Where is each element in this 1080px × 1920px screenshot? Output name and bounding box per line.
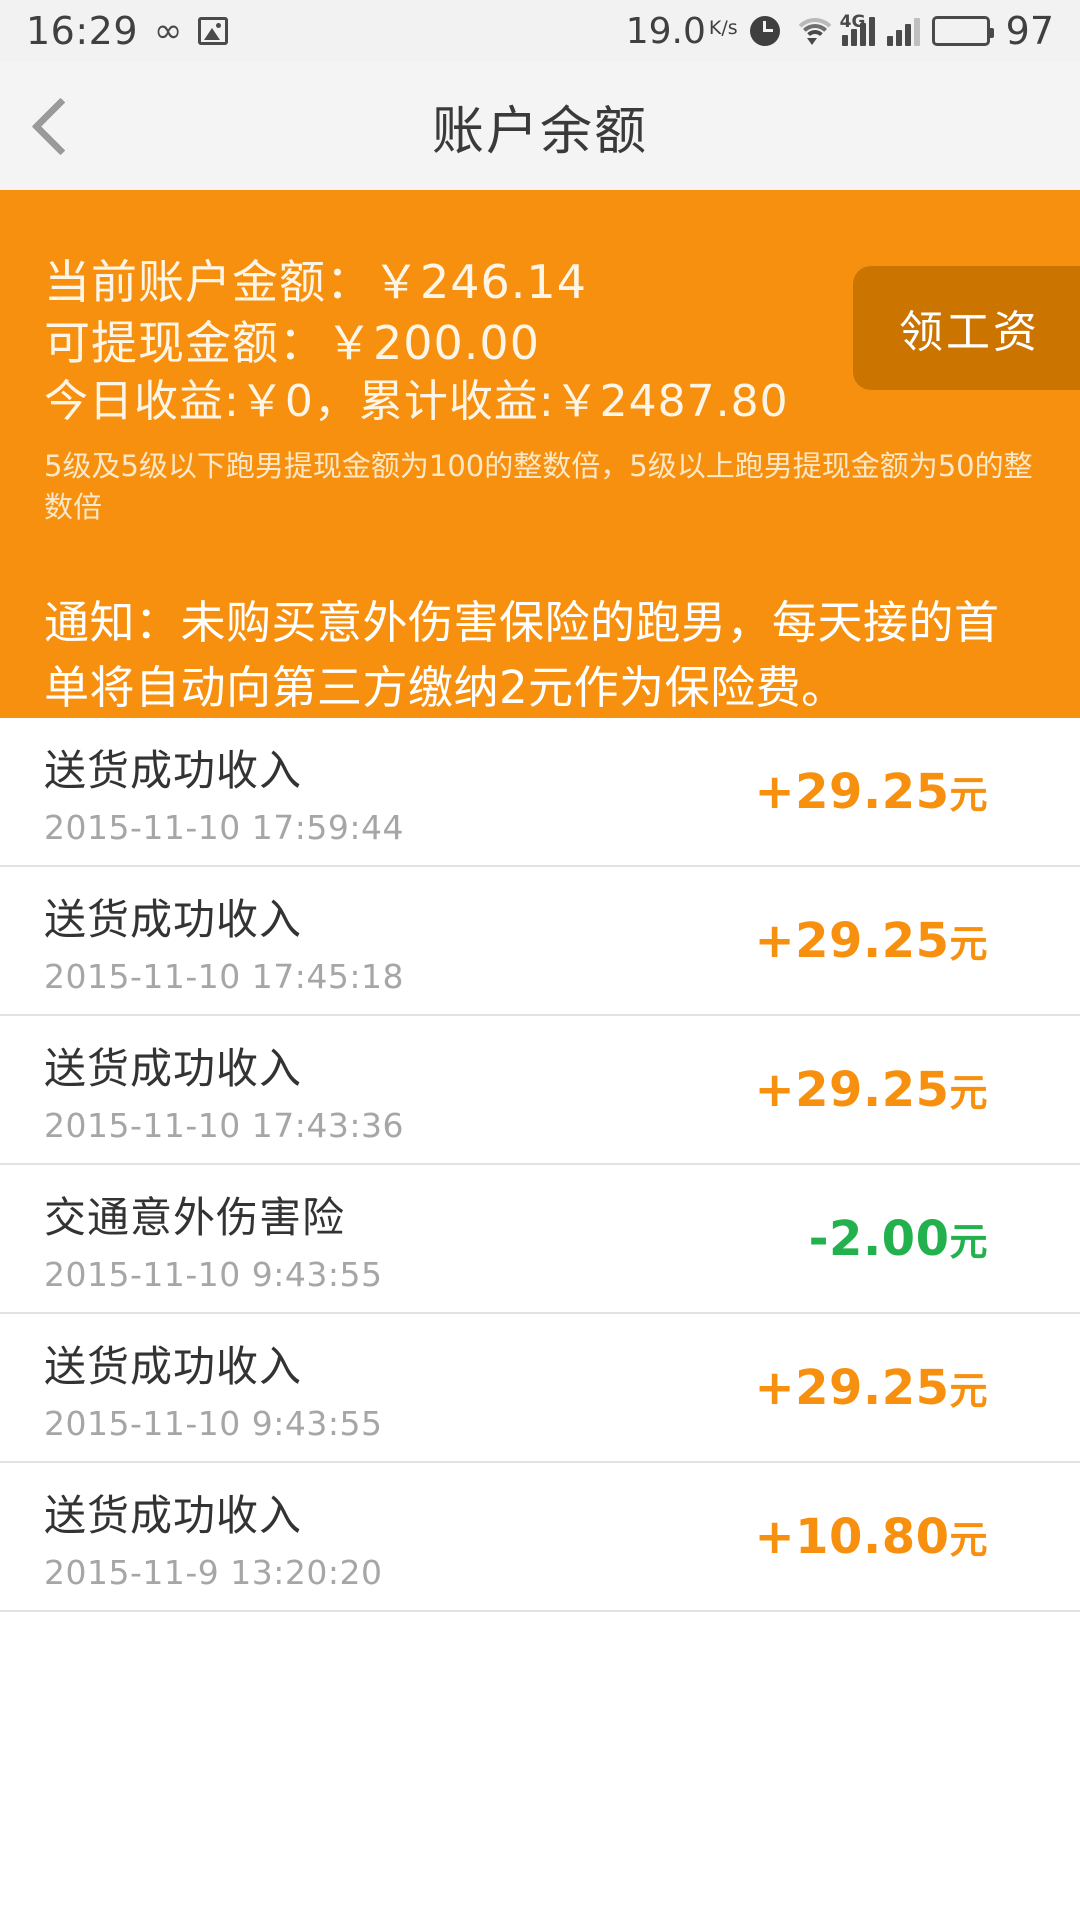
network-speed-value: 19.0 xyxy=(625,10,706,52)
transaction-date: 2015-11-10 17:43:36 xyxy=(44,1105,404,1145)
wifi-icon xyxy=(791,16,838,46)
table-row[interactable]: 送货成功收入 2015-11-10 17:43:36 +29.25元 xyxy=(0,1016,1080,1165)
transaction-date: 2015-11-10 17:45:18 xyxy=(44,956,404,996)
network-speed: 19.0 K/s xyxy=(626,11,738,52)
transaction-amount: +29.25元 xyxy=(754,1360,1036,1416)
table-row[interactable]: 送货成功收入 2015-11-10 9:43:55 +29.25元 xyxy=(0,1314,1080,1463)
transaction-info: 送货成功收入 2015-11-9 13:20:20 xyxy=(44,1482,382,1592)
transaction-amount-unit: 元 xyxy=(949,921,988,966)
transaction-list: 送货成功收入 2015-11-10 17:59:44 +29.25元 送货成功收入 20… xyxy=(0,718,1080,1612)
transaction-date: 2015-11-9 13:20:20 xyxy=(44,1552,383,1592)
transaction-title: 送货成功收入 xyxy=(44,894,303,944)
balance-card: 领工资 当前账户金额：￥246.14 可提现金额：￥200.00 今日收益:￥0… xyxy=(0,190,1080,718)
collect-salary-button[interactable]: 领工资 xyxy=(853,266,1080,390)
transaction-amount-value: +29.25 xyxy=(754,1061,950,1118)
page-header: 账户余额 xyxy=(0,62,1080,190)
battery-level: 97 xyxy=(1005,9,1054,53)
infinity-icon: ∞ xyxy=(154,11,183,51)
transaction-date: 2015-11-10 9:43:55 xyxy=(44,1403,383,1443)
transaction-title: 送货成功收入 xyxy=(44,1490,303,1540)
transaction-amount: +29.25元 xyxy=(754,764,1036,820)
transaction-amount-unit: 元 xyxy=(949,1219,988,1264)
transaction-amount-value: -2.00 xyxy=(808,1210,950,1267)
status-time: 16:29 xyxy=(26,9,139,53)
status-bar-right: 19.0 K/s 4G 97 xyxy=(626,9,1054,53)
transaction-info: 送货成功收入 2015-11-10 17:59:44 xyxy=(44,737,404,847)
page-title: 账户余额 xyxy=(431,101,648,162)
table-row[interactable]: 送货成功收入 2015-11-10 17:45:18 +29.25元 xyxy=(0,867,1080,1016)
chevron-left-icon xyxy=(31,97,89,155)
table-row[interactable]: 送货成功收入 2015-11-9 13:20:20 +10.80元 xyxy=(0,1463,1080,1612)
transaction-amount: -2.00元 xyxy=(809,1211,1036,1267)
transaction-title: 交通意外伤害险 xyxy=(44,1192,346,1242)
transaction-info: 送货成功收入 2015-11-10 9:43:55 xyxy=(44,1333,382,1443)
transaction-amount-value: +29.25 xyxy=(754,912,950,969)
insurance-notice: 通知：未购买意外伤害保险的跑男，每天接的首单将自动向第三方缴纳2元作为保险费。 xyxy=(44,595,1000,715)
transaction-info: 交通意外伤害险 2015-11-10 9:43:55 xyxy=(44,1184,382,1294)
transaction-info: 送货成功收入 2015-11-10 17:43:36 xyxy=(44,1035,404,1145)
transaction-title: 送货成功收入 xyxy=(44,1341,303,1391)
transaction-amount-unit: 元 xyxy=(949,1368,988,1413)
app-screen: 16:29 ∞ 19.0 K/s 4G 97 账户余额 领工资 当前账户金额：￥… xyxy=(0,0,1080,1920)
withdrawal-rule-text: 5级及5级以下跑男提现金额为100的整数倍，5级以上跑男提现金额为50的整数倍 xyxy=(44,448,1033,524)
transaction-amount-unit: 元 xyxy=(949,1517,988,1562)
transaction-amount: +29.25元 xyxy=(754,1062,1036,1118)
signal-2-icon xyxy=(886,16,920,46)
transaction-amount: +29.25元 xyxy=(754,913,1036,969)
transaction-amount: +10.80元 xyxy=(754,1509,1036,1565)
status-bar: 16:29 ∞ 19.0 K/s 4G 97 xyxy=(0,0,1080,62)
back-button[interactable] xyxy=(0,62,120,190)
transaction-amount-value: +29.25 xyxy=(754,763,950,820)
transaction-date: 2015-11-10 9:43:55 xyxy=(44,1254,383,1294)
signal-4g-icon: 4G xyxy=(840,12,875,46)
transaction-amount-unit: 元 xyxy=(949,1070,988,1115)
status-bar-left: 16:29 ∞ xyxy=(26,9,229,53)
transaction-info: 送货成功收入 2015-11-10 17:45:18 xyxy=(44,886,404,996)
transaction-amount-unit: 元 xyxy=(949,772,988,817)
transaction-amount-value: +29.25 xyxy=(754,1359,950,1416)
transaction-date: 2015-11-10 17:59:44 xyxy=(44,807,404,847)
alarm-icon xyxy=(749,16,780,46)
transaction-amount-value: +10.80 xyxy=(754,1508,950,1565)
table-row[interactable]: 送货成功收入 2015-11-10 17:59:44 +29.25元 xyxy=(0,718,1080,867)
table-row[interactable]: 交通意外伤害险 2015-11-10 9:43:55 -2.00元 xyxy=(0,1165,1080,1314)
transaction-title: 送货成功收入 xyxy=(44,1043,303,1093)
network-speed-unit: K/s xyxy=(708,16,738,39)
transaction-title: 送货成功收入 xyxy=(44,745,303,795)
battery-icon xyxy=(931,16,994,46)
gallery-icon xyxy=(198,17,229,45)
